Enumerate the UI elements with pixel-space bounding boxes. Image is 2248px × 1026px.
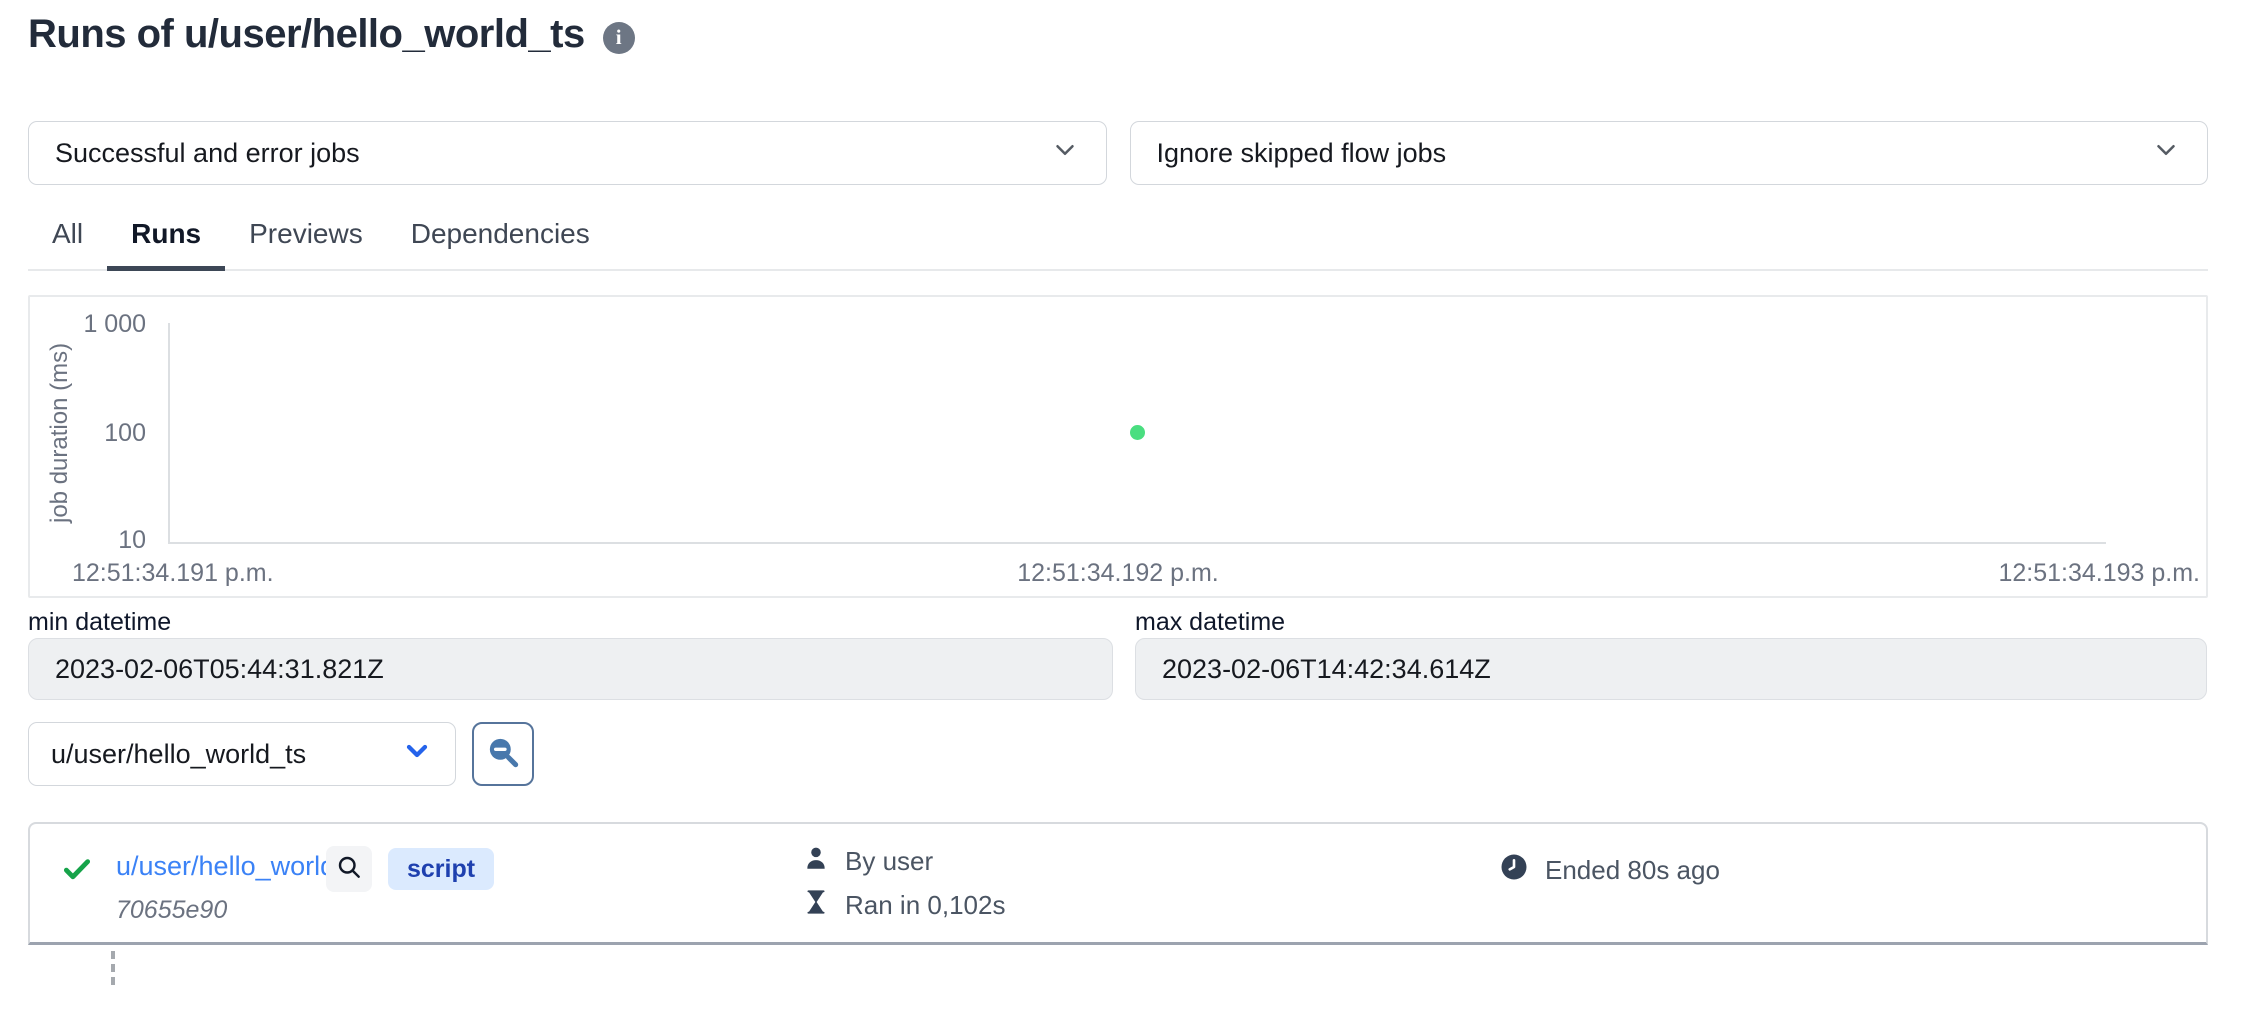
search-icon [335, 853, 363, 886]
run-meta: By user Ran in 0,102s [802, 844, 1005, 923]
run-triggered-by-text: By user [845, 846, 933, 877]
max-datetime-input[interactable] [1135, 638, 2207, 700]
chart-x-tick: 12:51:34.192 p.m. [968, 559, 1268, 588]
script-selector-row: u/user/hello_world_ts [28, 722, 534, 786]
skipped-flow-select[interactable]: Ignore skipped flow jobs [1130, 121, 2209, 185]
run-row[interactable]: u/user/hello_world_ts script 70655e90 By… [30, 824, 2206, 942]
run-id: 70655e90 [116, 896, 227, 925]
min-datetime-label: min datetime [28, 608, 171, 637]
search-minus-icon [484, 733, 522, 776]
hourglass-icon [802, 888, 830, 923]
max-datetime-label: max datetime [1135, 608, 1285, 637]
page-header: Runs of u/user/hello_world_ts i [28, 12, 635, 57]
info-icon[interactable]: i [603, 22, 635, 54]
chart-x-tick: 12:51:34.191 p.m. [72, 559, 274, 588]
job-duration-chart[interactable]: job duration (ms) 1 000 100 10 12:51:34.… [28, 295, 2208, 598]
run-duration-text: Ran in 0,102s [845, 890, 1005, 921]
min-datetime-input[interactable] [28, 638, 1113, 700]
timeline-dash-marker [111, 951, 115, 985]
chevron-down-icon [401, 735, 433, 774]
skipped-flow-select-value: Ignore skipped flow jobs [1157, 138, 1447, 169]
job-status-select-value: Successful and error jobs [55, 138, 360, 169]
chart-data-point[interactable] [1130, 425, 1145, 440]
chart-y-tick: 100 [30, 419, 146, 448]
clock-icon [1499, 852, 1529, 889]
filters-row: Successful and error jobs Ignore skipped… [28, 121, 2208, 185]
script-path-select[interactable]: u/user/hello_world_ts [28, 722, 456, 786]
chart-x-tick: 12:51:34.193 p.m. [1998, 559, 2200, 588]
chart-y-tick: 1 000 [30, 310, 146, 339]
chart-x-axis-line [168, 542, 2106, 544]
run-kind-badge: script [388, 848, 494, 890]
chart-y-tick: 10 [30, 526, 146, 555]
runs-tabs: All Runs Previews Dependencies [28, 204, 2208, 271]
run-triggered-by: By user [802, 844, 1005, 879]
tab-previews[interactable]: Previews [225, 204, 387, 271]
run-details-button[interactable] [326, 846, 372, 892]
runs-list: u/user/hello_world_ts script 70655e90 By… [28, 822, 2208, 945]
page-title: Runs of u/user/hello_world_ts [28, 12, 585, 57]
tab-dependencies[interactable]: Dependencies [387, 204, 614, 271]
tab-runs[interactable]: Runs [107, 204, 225, 271]
job-status-select[interactable]: Successful and error jobs [28, 121, 1107, 185]
person-icon [802, 844, 830, 879]
tab-all[interactable]: All [28, 204, 107, 271]
script-path-select-value: u/user/hello_world_ts [51, 739, 306, 770]
chevron-down-icon [1050, 135, 1080, 172]
chart-y-axis-line [168, 323, 170, 542]
check-icon [60, 852, 94, 891]
run-ended: Ended 80s ago [1499, 852, 1720, 889]
runs-page: Runs of u/user/hello_world_ts i Successf… [0, 0, 2248, 1026]
run-duration: Ran in 0,102s [802, 888, 1005, 923]
chevron-down-icon [2151, 135, 2181, 172]
search-runs-button[interactable] [472, 722, 534, 786]
run-ended-text: Ended 80s ago [1545, 855, 1720, 886]
